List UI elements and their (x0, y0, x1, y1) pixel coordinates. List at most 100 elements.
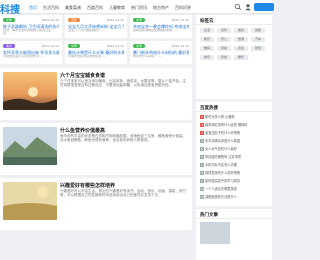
grid-card[interactable]: 文学 2022-12-12 暴门新年鸡肉什么材料的 最好营养 新年吃什么好呢？…… (130, 41, 192, 64)
card-excerpt: 宝宝几个月开始喂辅食？…… (68, 29, 108, 32)
rank-badge: 5 (200, 147, 204, 151)
hot-item[interactable]: 7 手机内存不足怎么清理 (200, 162, 270, 167)
hot-item-label: 女人补气血吃什么最好 (205, 147, 237, 151)
tag-item[interactable]: 养生 (234, 46, 248, 51)
nav-kids[interactable]: 儿童教育 (106, 4, 128, 12)
site-header: 科搜 首页 生活百科 美食菜谱 百度百科 儿童教育 热门资讯 地方特产 百科问答 (0, 0, 274, 16)
tag-item[interactable]: 美食 (234, 28, 248, 33)
grid-card[interactable]: 文学 2022-12-12 最佳水果是什么水果 最好的水果 水果中含有丰富的维生… (65, 41, 127, 64)
nav-home[interactable]: 首页 (26, 4, 40, 12)
divider (196, 218, 272, 219)
hot-search-box: 百度热搜 1 新时代怎么样 价格贵 2 绿茶和红茶有什么区别 哪种好 3 宝宝拉肚子吃… (196, 102, 272, 206)
tag-item[interactable]: 问答 (217, 46, 231, 51)
recent-thumbnail[interactable] (200, 222, 230, 244)
grid-card[interactable]: 文学 2022-12-12 推子武器解析 卫生间清洗的技巧 方法：每次清洁时先用… (0, 15, 62, 38)
category-badge: 文学 (68, 44, 80, 48)
category-badge: 文学 (133, 18, 145, 22)
hot-item[interactable]: 10一个人适合去哪里旅游 (200, 186, 270, 191)
hot-item[interactable]: 6 孕妇能吃螃蟹吗 注意事项 (200, 154, 270, 159)
hot-item[interactable]: 8 感冒发烧吃什么药好得快 (200, 170, 270, 175)
article-title[interactable]: 什么鱼营养价值最高 (60, 127, 105, 134)
post-date: 2022-12-12 (171, 44, 189, 48)
landscape-image (3, 127, 57, 165)
hot-item-label: 手机内存不足怎么清理 (205, 163, 237, 167)
hot-item[interactable]: 4 冬天手脚冰凉是什么原因 (200, 138, 270, 143)
rank-badge: 9 (200, 179, 204, 183)
tag-item[interactable]: 体育 (200, 55, 214, 60)
nav-news[interactable]: 热门资讯 (128, 4, 150, 12)
login-button[interactable] (254, 3, 274, 11)
main-nav: 首页 生活百科 美食菜谱 百度百科 儿童教育 热门资讯 地方特产 百科问答 (26, 4, 194, 12)
article-thumbnail[interactable] (3, 182, 57, 220)
grid-card[interactable]: 文学 2022-12-12 充电宝充一晚会爆炸吗 充电宝充电 充电宝充满电后如果… (130, 15, 192, 38)
article-title[interactable]: 六个月宝宝辅食食谱 (60, 72, 105, 79)
article-thumbnail[interactable] (3, 127, 57, 165)
category-badge: 美食 (3, 44, 15, 48)
field-image (3, 182, 57, 220)
tag-item[interactable]: 数码 (200, 46, 214, 51)
tag-item[interactable]: 百科 (217, 28, 231, 33)
rank-badge: 4 (200, 139, 204, 143)
divider (196, 111, 272, 112)
category-badge: 历史 (68, 18, 80, 22)
hot-item[interactable]: 5 女人补气血吃什么最好 (200, 146, 270, 151)
hot-item-label: 冬天手脚冰凉是什么原因 (205, 139, 241, 143)
tag-item[interactable]: 旅游 (234, 37, 248, 42)
article-thumbnail[interactable] (3, 72, 57, 110)
post-date: 2022-12-12 (41, 18, 59, 22)
divider (196, 24, 272, 25)
tag-item[interactable]: 教育 (200, 37, 214, 42)
post-date: 2022-12-12 (171, 18, 189, 22)
tag-item[interactable]: 汽车 (251, 37, 265, 42)
grid-card[interactable]: 美食 2022-12-12 女怀孕多久能测出来 怀孕多久能测 月经推迟多久可以测… (0, 41, 62, 64)
rank-badge: 7 (200, 163, 204, 167)
tag-item[interactable]: 娱乐 (234, 55, 248, 60)
rank-badge: 3 (200, 131, 204, 135)
hot-item-label: 绿茶和红茶有什么区别 哪种好 (205, 123, 248, 127)
nav-local[interactable]: 地方特产 (150, 4, 172, 12)
hot-item[interactable]: 2 绿茶和红茶有什么区别 哪种好 (200, 122, 270, 127)
article-item[interactable]: 兴趣爱好有哪些怎样培养 兴趣爱好可以丰富生活，常见的兴趣爱好有读书、运动、音乐、… (0, 178, 192, 230)
hot-item[interactable]: 3 宝宝拉肚子吃什么好得快 (200, 130, 270, 135)
nav-recipes[interactable]: 美食菜谱 (62, 4, 84, 12)
card-excerpt: 月经推迟多久可以测出怀孕…… (3, 55, 46, 58)
post-date: 2022-12-12 (106, 18, 124, 22)
hot-item-label: 减肥最快的方法是什么 (205, 195, 237, 199)
article-excerpt: 兴趣爱好可以丰富生活，常见的兴趣爱好有读书、运动、音乐、绘画、摄影、旅行等，可以… (60, 189, 186, 197)
article-title[interactable]: 兴趣爱好有哪些怎样培养 (60, 182, 115, 189)
hot-item-label: 如何提高孩子的学习成绩 (205, 179, 241, 183)
article-item[interactable]: 六个月宝宝辅食食谱 六个月宝宝可以适当添加辅食，比如米粉、蔬菜泥、水果泥等，要从… (0, 68, 192, 120)
rank-badge: 1 (200, 115, 204, 119)
recent-posts-box: 热门文章 (196, 209, 272, 260)
hot-item-label: 一个人适合去哪里旅游 (205, 187, 237, 191)
rank-badge: 6 (200, 155, 204, 159)
article-excerpt: 鱼肉含有丰富的优质蛋白质和不饱和脂肪酸，深海鱼如三文鱼、鳕鱼营养价值高，淡水鱼如… (60, 134, 186, 142)
rank-badge: 10 (200, 187, 204, 191)
hot-item[interactable]: 11减肥最快的方法是什么 (200, 194, 270, 199)
tag-item[interactable]: 育儿 (217, 37, 231, 42)
nav-qa[interactable]: 百科问答 (172, 4, 194, 12)
article-item[interactable]: 什么鱼营养价值最高 鱼肉含有丰富的优质蛋白质和不饱和脂肪酸，深海鱼如三文鱼、鳕鱼… (0, 123, 192, 175)
site-logo[interactable]: 科搜 (0, 1, 20, 16)
hot-item-label: 宝宝拉肚子吃什么好得快 (205, 131, 241, 135)
hot-item[interactable]: 9 如何提高孩子的学习成绩 (200, 178, 270, 183)
rank-badge: 8 (200, 171, 204, 175)
tag-item[interactable]: 财经 (251, 46, 265, 51)
tag-item[interactable]: 生活 (200, 28, 214, 33)
article-excerpt: 六个月宝宝可以适当添加辅食，比如米粉、蔬菜泥、水果泥等，要从少量开始，注意观察宝… (60, 79, 186, 87)
card-excerpt: 方法：每次清洁时先用刷子刷洗卫生间…… (3, 29, 52, 35)
tag-cloud: 标签云 生活 百科 美食 健康 教育 育儿 旅游 汽车 数码 问答 养生 财经 … (196, 15, 272, 99)
user-icon[interactable] (244, 3, 252, 11)
nav-life[interactable]: 生活百科 (40, 4, 62, 12)
rank-badge: 11 (200, 195, 204, 199)
card-excerpt: 水果中含有丰富的维生素…… (68, 55, 108, 58)
search-icon[interactable] (234, 3, 242, 11)
grid-card[interactable]: 历史 2022-12-12 宝宝几月大开始喂米粉 宝宝几个月 宝宝几个月开始喂辅… (65, 15, 127, 38)
hot-item[interactable]: 1 新时代怎么样 价格贵 (200, 114, 270, 119)
category-badge: 文学 (3, 18, 15, 22)
card-excerpt: 充电宝充满电后如果继续充电…… (133, 29, 179, 32)
nav-baike[interactable]: 百度百科 (84, 4, 106, 12)
card-excerpt: 新年吃什么好呢？…… (133, 55, 164, 58)
tag-item[interactable]: 健康 (251, 28, 265, 33)
tag-item[interactable]: 科技 (217, 55, 231, 60)
